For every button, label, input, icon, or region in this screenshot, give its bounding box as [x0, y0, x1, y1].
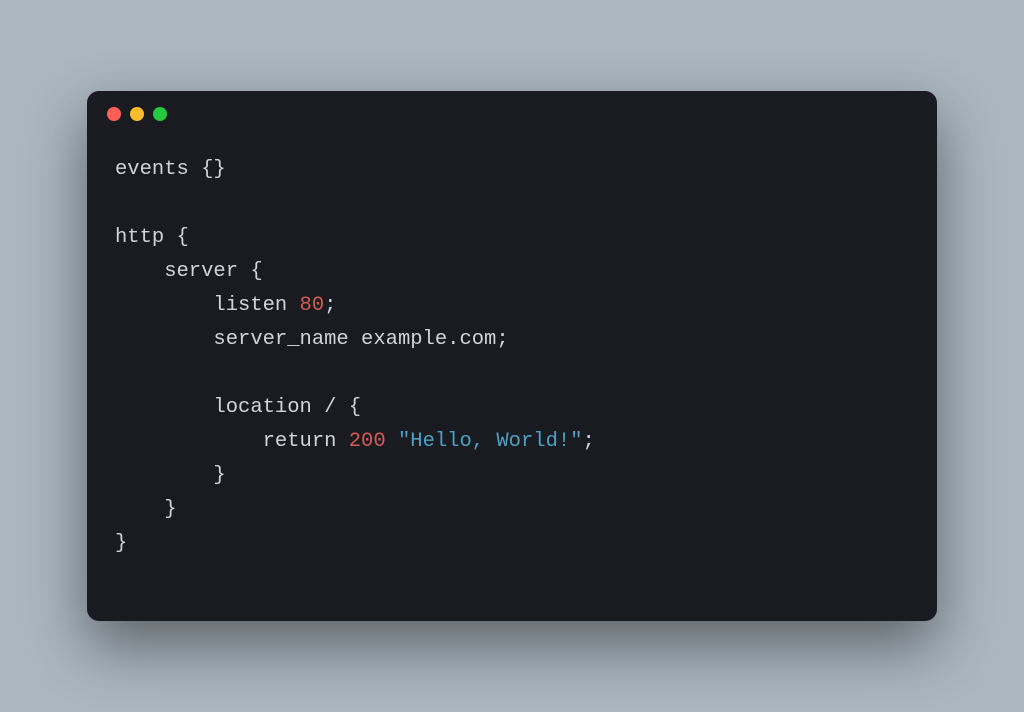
- code-token-plain: location / {: [115, 396, 361, 419]
- code-token-string: "Hello, World!": [398, 430, 583, 453]
- code-token-plain: ;: [324, 294, 336, 317]
- code-line: http {: [115, 221, 909, 255]
- terminal-window: events {} http { server { listen 80; ser…: [87, 91, 937, 621]
- code-line: server_name example.com;: [115, 323, 909, 357]
- code-line: [115, 187, 909, 221]
- code-token-plain: }: [115, 532, 127, 555]
- code-line: server {: [115, 255, 909, 289]
- code-token-number: 80: [300, 294, 325, 317]
- code-token-plain: [386, 430, 398, 453]
- code-line: [115, 357, 909, 391]
- window-titlebar: [87, 91, 937, 137]
- zoom-icon[interactable]: [153, 107, 167, 121]
- code-token-plain: server_name example.com;: [115, 328, 509, 351]
- code-token-plain: }: [115, 464, 226, 487]
- code-block: events {} http { server { listen 80; ser…: [87, 137, 937, 621]
- code-token-number: 200: [349, 430, 386, 453]
- code-line: }: [115, 459, 909, 493]
- close-icon[interactable]: [107, 107, 121, 121]
- code-token-plain: return: [115, 430, 349, 453]
- code-token-plain: }: [115, 498, 177, 521]
- code-line: location / {: [115, 391, 909, 425]
- code-line: }: [115, 527, 909, 561]
- code-line: events {}: [115, 153, 909, 187]
- code-token-plain: events {}: [115, 158, 226, 181]
- code-token-plain: http {: [115, 226, 189, 249]
- code-line: }: [115, 493, 909, 527]
- code-line: listen 80;: [115, 289, 909, 323]
- code-token-plain: ;: [583, 430, 595, 453]
- code-token-plain: server {: [115, 260, 263, 283]
- code-line: return 200 "Hello, World!";: [115, 425, 909, 459]
- code-token-plain: listen: [115, 294, 300, 317]
- minimize-icon[interactable]: [130, 107, 144, 121]
